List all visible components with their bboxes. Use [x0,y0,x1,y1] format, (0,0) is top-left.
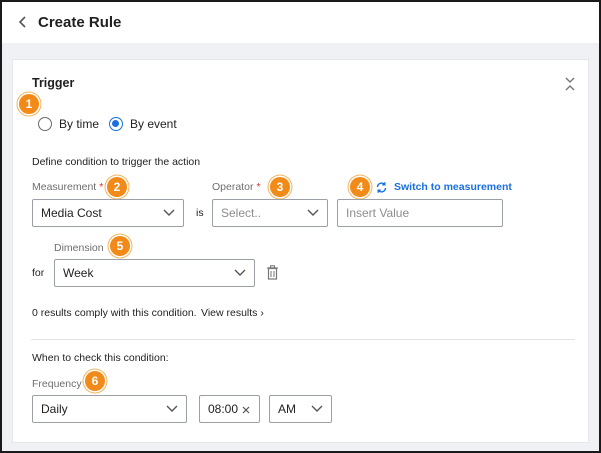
trigger-panel: Trigger 1 By time By event Define condit… [12,59,589,443]
time-input-value: 08:00 [208,402,239,416]
radio-by-event-label: By event [130,117,177,131]
trigger-title: Trigger [32,76,75,90]
section-divider [31,339,575,340]
dimension-select[interactable]: Week [54,259,255,287]
is-text: is [196,207,204,219]
window-frame: Create Rule Trigger 1 By time By event D… [0,0,601,453]
callout-badge-6: 6 [85,371,105,391]
chevron-down-icon [311,405,323,412]
trash-icon[interactable] [266,265,279,280]
chevron-down-icon [163,209,175,216]
for-text: for [32,267,45,279]
frequency-label: Frequency [32,378,82,390]
collapse-icon[interactable] [564,76,576,92]
callout-badge-1: 1 [19,94,39,114]
radio-by-time-label: By time [59,117,100,131]
measurement-label: Measurement * [32,181,104,193]
header-bar: Create Rule [2,2,599,43]
back-arrow-icon[interactable] [16,12,30,32]
page-title: Create Rule [38,14,122,31]
required-asterisk: * [99,181,104,193]
when-to-check-text: When to check this condition: [32,352,169,364]
switch-to-measurement-link[interactable]: Switch to measurement [394,181,512,193]
ampm-select-value: AM [278,402,296,416]
measurement-select[interactable]: Media Cost [32,199,184,227]
operator-select-placeholder: Select.. [221,206,262,220]
chevron-down-icon [166,405,178,412]
operator-select[interactable]: Select.. [212,199,328,227]
callout-badge-4: 4 [350,177,370,197]
operator-label: Operator * [212,181,261,193]
dimension-label: Dimension [54,242,104,254]
callout-badge-3: 3 [270,177,290,197]
chevron-down-icon [307,209,319,216]
radio-by-time[interactable] [38,117,52,131]
callout-badge-2: 2 [107,177,127,197]
radio-by-event[interactable] [109,117,123,131]
dimension-select-value: Week [63,266,94,280]
frequency-select-value: Daily [41,402,68,416]
value-input[interactable]: Insert Value [337,199,503,227]
clear-icon[interactable] [242,406,250,414]
value-input-placeholder: Insert Value [346,206,410,220]
measurement-select-value: Media Cost [41,206,102,220]
time-input[interactable]: 08:00 [199,395,260,423]
callout-badge-5: 5 [110,236,130,256]
view-results-link[interactable]: View results › [201,307,264,319]
switch-icon[interactable] [375,181,388,194]
results-text: 0 results comply with this condition. [32,307,197,319]
ampm-select[interactable]: AM [269,395,332,423]
frequency-select[interactable]: Daily [32,395,187,423]
chevron-down-icon [234,269,246,276]
define-condition-text: Define condition to trigger the action [32,156,201,168]
required-asterisk: * [256,181,261,193]
